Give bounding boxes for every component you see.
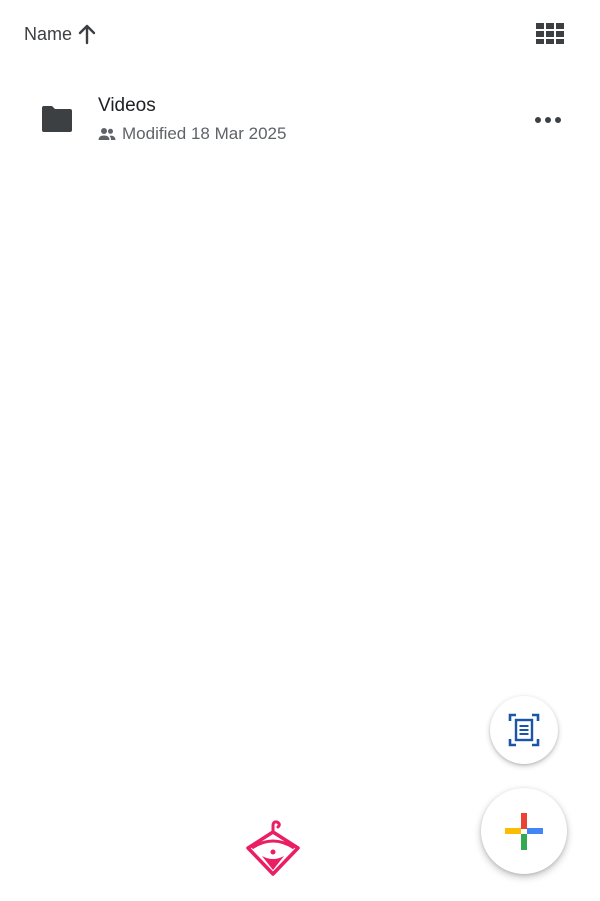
arrow-up-icon bbox=[76, 23, 98, 45]
item-meta: Modified 18 Mar 2025 bbox=[98, 124, 286, 144]
more-options-button[interactable] bbox=[528, 108, 568, 132]
document-scan-icon bbox=[508, 713, 540, 747]
file-list: Videos Modified 18 Mar 2025 bbox=[0, 84, 600, 156]
grid-view-button[interactable] bbox=[534, 18, 568, 48]
list-item[interactable]: Videos Modified 18 Mar 2025 bbox=[0, 84, 600, 156]
item-modified: Modified 18 Mar 2025 bbox=[122, 124, 287, 143]
sort-bar: Name bbox=[0, 0, 600, 68]
more-horizontal-icon bbox=[535, 117, 561, 123]
scan-document-button[interactable] bbox=[490, 696, 558, 764]
folder-icon bbox=[40, 104, 74, 134]
grid-view-icon bbox=[536, 23, 564, 44]
plus-icon bbox=[505, 813, 543, 850]
watermark-logo bbox=[244, 818, 302, 876]
new-button[interactable] bbox=[481, 788, 567, 874]
item-name: Videos bbox=[98, 95, 156, 116]
shared-people-icon bbox=[98, 127, 116, 141]
sort-label: Name bbox=[24, 23, 73, 44]
sort-by-name-button[interactable]: Name bbox=[24, 20, 98, 48]
